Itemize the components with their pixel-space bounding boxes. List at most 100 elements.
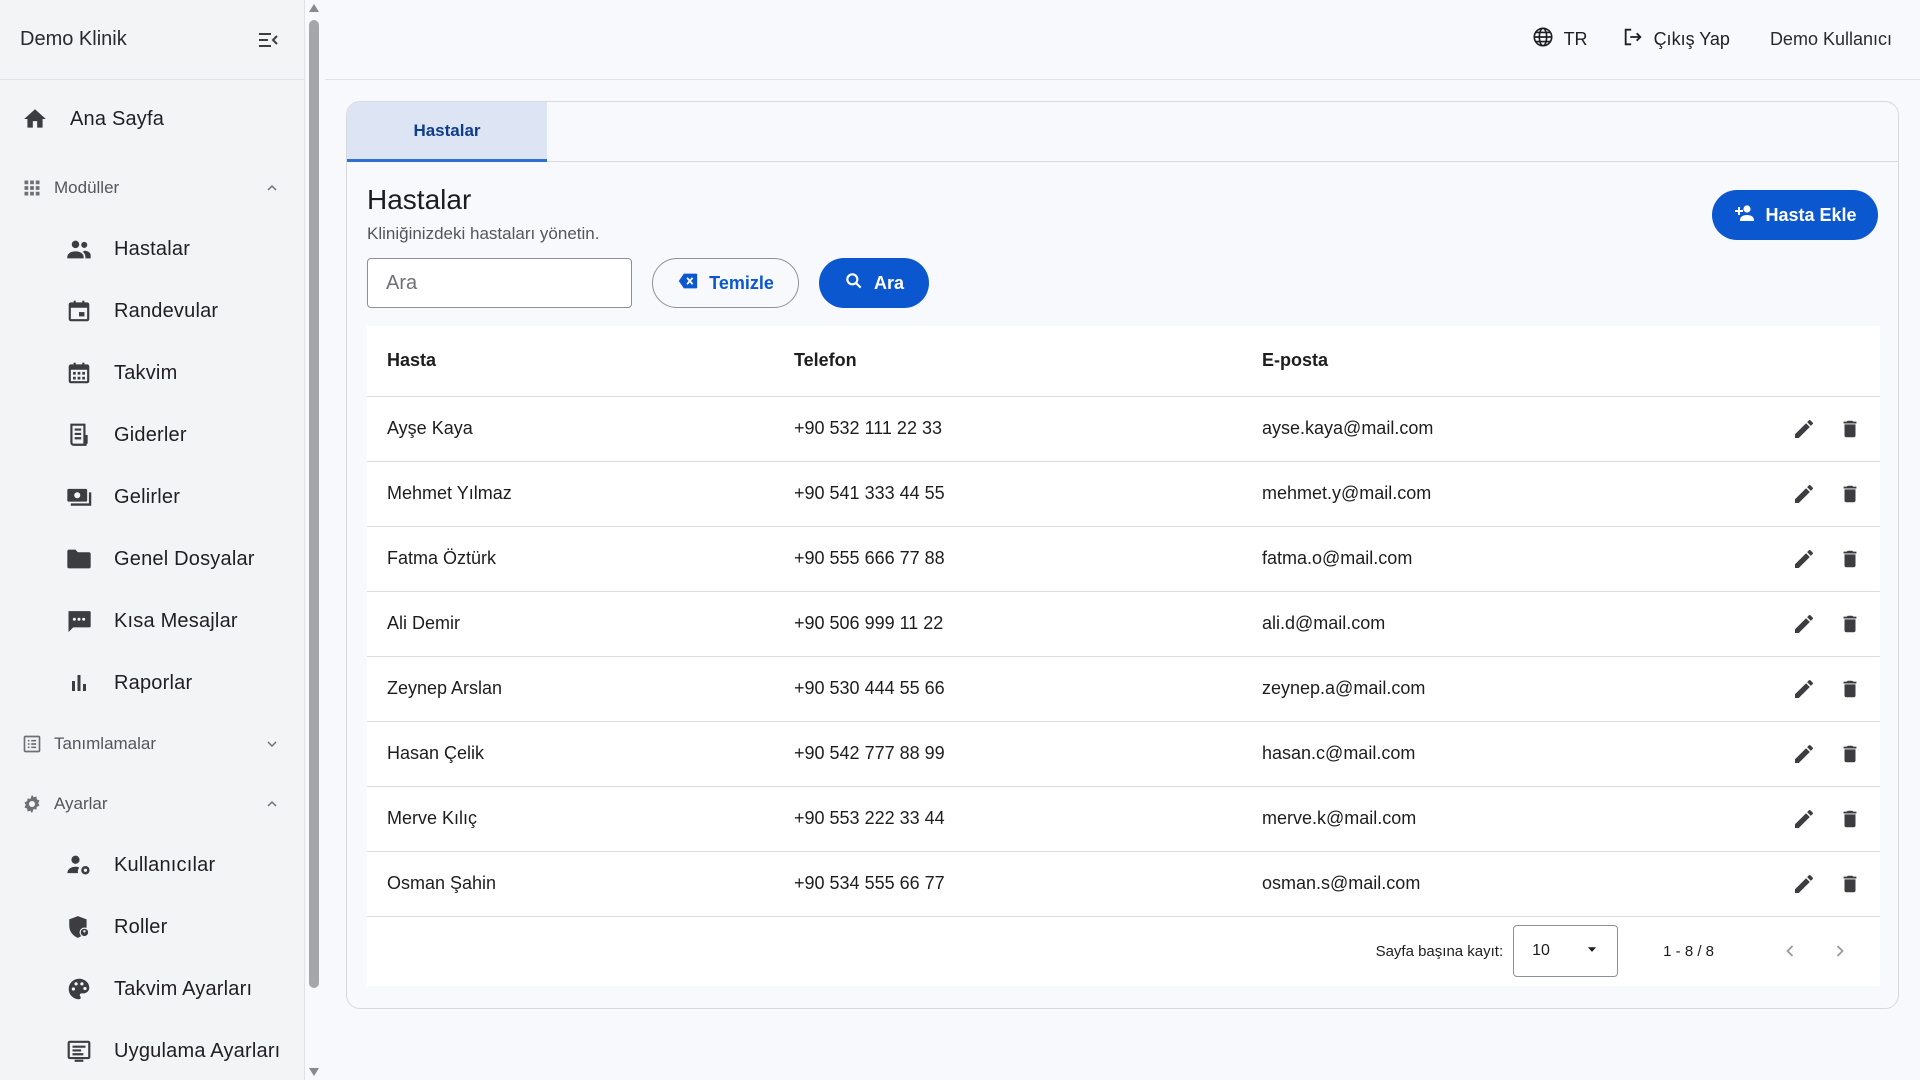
sidebar-group-settings[interactable]: Ayarlar: [0, 774, 304, 834]
search-button[interactable]: Ara: [819, 258, 929, 308]
cell-phone: +90 506 999 11 22: [774, 591, 1242, 657]
cell-patient-name: Zeynep Arslan: [367, 656, 774, 722]
delete-icon[interactable]: [1830, 604, 1870, 644]
delete-icon[interactable]: [1830, 474, 1870, 514]
chevron-up-icon: [262, 794, 282, 814]
sidebar-item-income[interactable]: Gelirler: [0, 466, 304, 528]
sidebar-brand: Demo Klinik: [0, 0, 304, 80]
chevron-up-icon: [262, 178, 282, 198]
sidebar-item-calendar-settings[interactable]: Takvim Ayarları: [0, 958, 304, 1020]
user-name[interactable]: Demo Kullanıcı: [1770, 29, 1892, 50]
search-row: Temizle Ara: [367, 258, 929, 308]
pagination: Sayfa başına kayıt: 10 1 - 8 / 8: [367, 916, 1880, 986]
language-button[interactable]: TR: [1532, 26, 1588, 53]
search-input[interactable]: [367, 258, 632, 308]
logout-button[interactable]: Çıkış Yap: [1622, 26, 1730, 53]
edit-icon[interactable]: [1784, 734, 1824, 774]
sidebar-item-expenses[interactable]: Giderler: [0, 404, 304, 466]
chevron-right-icon: [1836, 945, 1844, 957]
sidebar-item-app-settings[interactable]: Uygulama Ayarları: [0, 1020, 304, 1080]
add-patient-button[interactable]: Hasta Ekle: [1712, 190, 1878, 240]
row-actions: [1750, 526, 1880, 592]
sidebar-item-label: Hastalar: [114, 237, 191, 260]
table-row[interactable]: Mehmet Yılmaz +90 541 333 44 55 mehmet.y@m…: [367, 461, 1880, 527]
patients-table: Hasta Telefon E-posta Ayşe Kaya +90 532 1…: [367, 326, 1880, 917]
prev-page-button[interactable]: [1770, 931, 1810, 971]
table-body: Ayşe Kaya +90 532 111 22 33 ayse.kaya@mail…: [367, 396, 1880, 917]
shield-person-icon: [64, 912, 94, 942]
table-row[interactable]: Ali Demir +90 506 999 11 22 ali.d@mail.com: [367, 591, 1880, 657]
add-patient-label: Hasta Ekle: [1765, 204, 1857, 225]
scroll-up-arrow-icon[interactable]: [309, 4, 319, 12]
table-row[interactable]: Osman Şahin +90 534 555 66 77 osman.s@mail…: [367, 851, 1880, 917]
sidebar-nav: Ana Sayfa Modüller Hastalar Randevular T…: [0, 80, 304, 1080]
cell-phone: +90 541 333 44 55: [774, 461, 1242, 527]
cell-phone: +90 532 111 22 33: [774, 396, 1242, 462]
edit-icon[interactable]: [1784, 864, 1824, 904]
home-icon: [20, 104, 50, 134]
page-subtitle: Kliniğinizdeki hastaları yönetin.: [367, 224, 600, 243]
chevron-down-icon: [262, 734, 282, 754]
cell-phone: +90 553 222 33 44: [774, 786, 1242, 852]
delete-icon[interactable]: [1830, 799, 1870, 839]
column-header-phone[interactable]: Telefon: [774, 326, 1242, 397]
edit-icon[interactable]: [1784, 669, 1824, 709]
sidebar-item-calendar[interactable]: Takvim: [0, 342, 304, 404]
delete-icon[interactable]: [1830, 409, 1870, 449]
sidebar-item-appointments[interactable]: Randevular: [0, 280, 304, 342]
edit-icon[interactable]: [1784, 539, 1824, 579]
tab-patients[interactable]: Hastalar: [347, 102, 547, 162]
table-row[interactable]: Zeynep Arslan +90 530 444 55 66 zeynep.a@m…: [367, 656, 1880, 722]
cell-phone: +90 542 777 88 99: [774, 721, 1242, 787]
payments-icon: [64, 482, 94, 512]
delete-icon[interactable]: [1830, 734, 1870, 774]
per-page-label: Sayfa başına kayıt:: [1375, 942, 1504, 960]
sidebar-item-files[interactable]: Genel Dosyalar: [0, 528, 304, 590]
page-range: 1 - 8 / 8: [1663, 942, 1714, 960]
cell-patient-name: Ayşe Kaya: [367, 396, 774, 462]
gear-icon: [20, 792, 44, 816]
table-row[interactable]: Merve Kılıç +90 553 222 33 44 merve.k@mail…: [367, 786, 1880, 852]
per-page-select[interactable]: 10: [1513, 925, 1619, 977]
edit-icon[interactable]: [1784, 799, 1824, 839]
sidebar-item-label: Roller: [114, 915, 168, 938]
sidebar-item-reports[interactable]: Raporlar: [0, 652, 304, 714]
table-row[interactable]: Fatma Öztürk +90 555 666 77 88 fatma.o@mai…: [367, 526, 1880, 592]
cell-patient-name: Merve Kılıç: [367, 786, 774, 852]
palette-icon: [64, 974, 94, 1004]
folder-icon: [64, 544, 94, 574]
table-row[interactable]: Hasan Çelik +90 542 777 88 99 hasan.c@mail…: [367, 721, 1880, 787]
top-header: TR Çıkış Yap Demo Kullanıcı: [325, 0, 1920, 80]
delete-icon[interactable]: [1830, 539, 1870, 579]
edit-icon[interactable]: [1784, 474, 1824, 514]
column-header-actions: [1750, 326, 1880, 397]
sidebar-group-label: Tanımlamalar: [54, 734, 157, 753]
column-header-email[interactable]: E-posta: [1242, 326, 1750, 397]
delete-icon[interactable]: [1830, 864, 1870, 904]
edit-icon[interactable]: [1784, 604, 1824, 644]
sidebar-item-roles[interactable]: Roller: [0, 896, 304, 958]
sidebar-group-modules[interactable]: Modüller: [0, 158, 304, 218]
scroll-down-arrow-icon[interactable]: [309, 1068, 319, 1076]
scrollbar-thumb[interactable]: [309, 20, 319, 988]
next-page-button[interactable]: [1820, 931, 1860, 971]
sidebar-group-definitions[interactable]: Tanımlamalar: [0, 714, 304, 774]
sidebar-item-home[interactable]: Ana Sayfa: [0, 80, 304, 158]
sidebar-group-label: Ayarlar: [54, 794, 108, 813]
sidebar-item-sms[interactable]: Kısa Mesajlar: [0, 590, 304, 652]
column-header-patient[interactable]: Hasta: [367, 326, 774, 397]
sidebar-item-label: Giderler: [114, 423, 187, 446]
logout-label: Çıkış Yap: [1653, 29, 1730, 49]
clear-button[interactable]: Temizle: [652, 258, 799, 308]
table-row[interactable]: Ayşe Kaya +90 532 111 22 33 ayse.kaya@mail…: [367, 396, 1880, 462]
sidebar-item-users[interactable]: Kullanıcılar: [0, 834, 304, 896]
menu-collapse-icon[interactable]: [254, 26, 282, 54]
delete-icon[interactable]: [1830, 669, 1870, 709]
sms-icon: [64, 606, 94, 636]
search-icon: [844, 271, 864, 296]
sidebar-item-label: Kısa Mesajlar: [114, 609, 238, 632]
sidebar-item-patients[interactable]: Hastalar: [0, 218, 304, 280]
edit-icon[interactable]: [1784, 409, 1824, 449]
sidebar-scrollbar[interactable]: [307, 0, 321, 1080]
sidebar-group-label: Modüller: [54, 178, 120, 197]
